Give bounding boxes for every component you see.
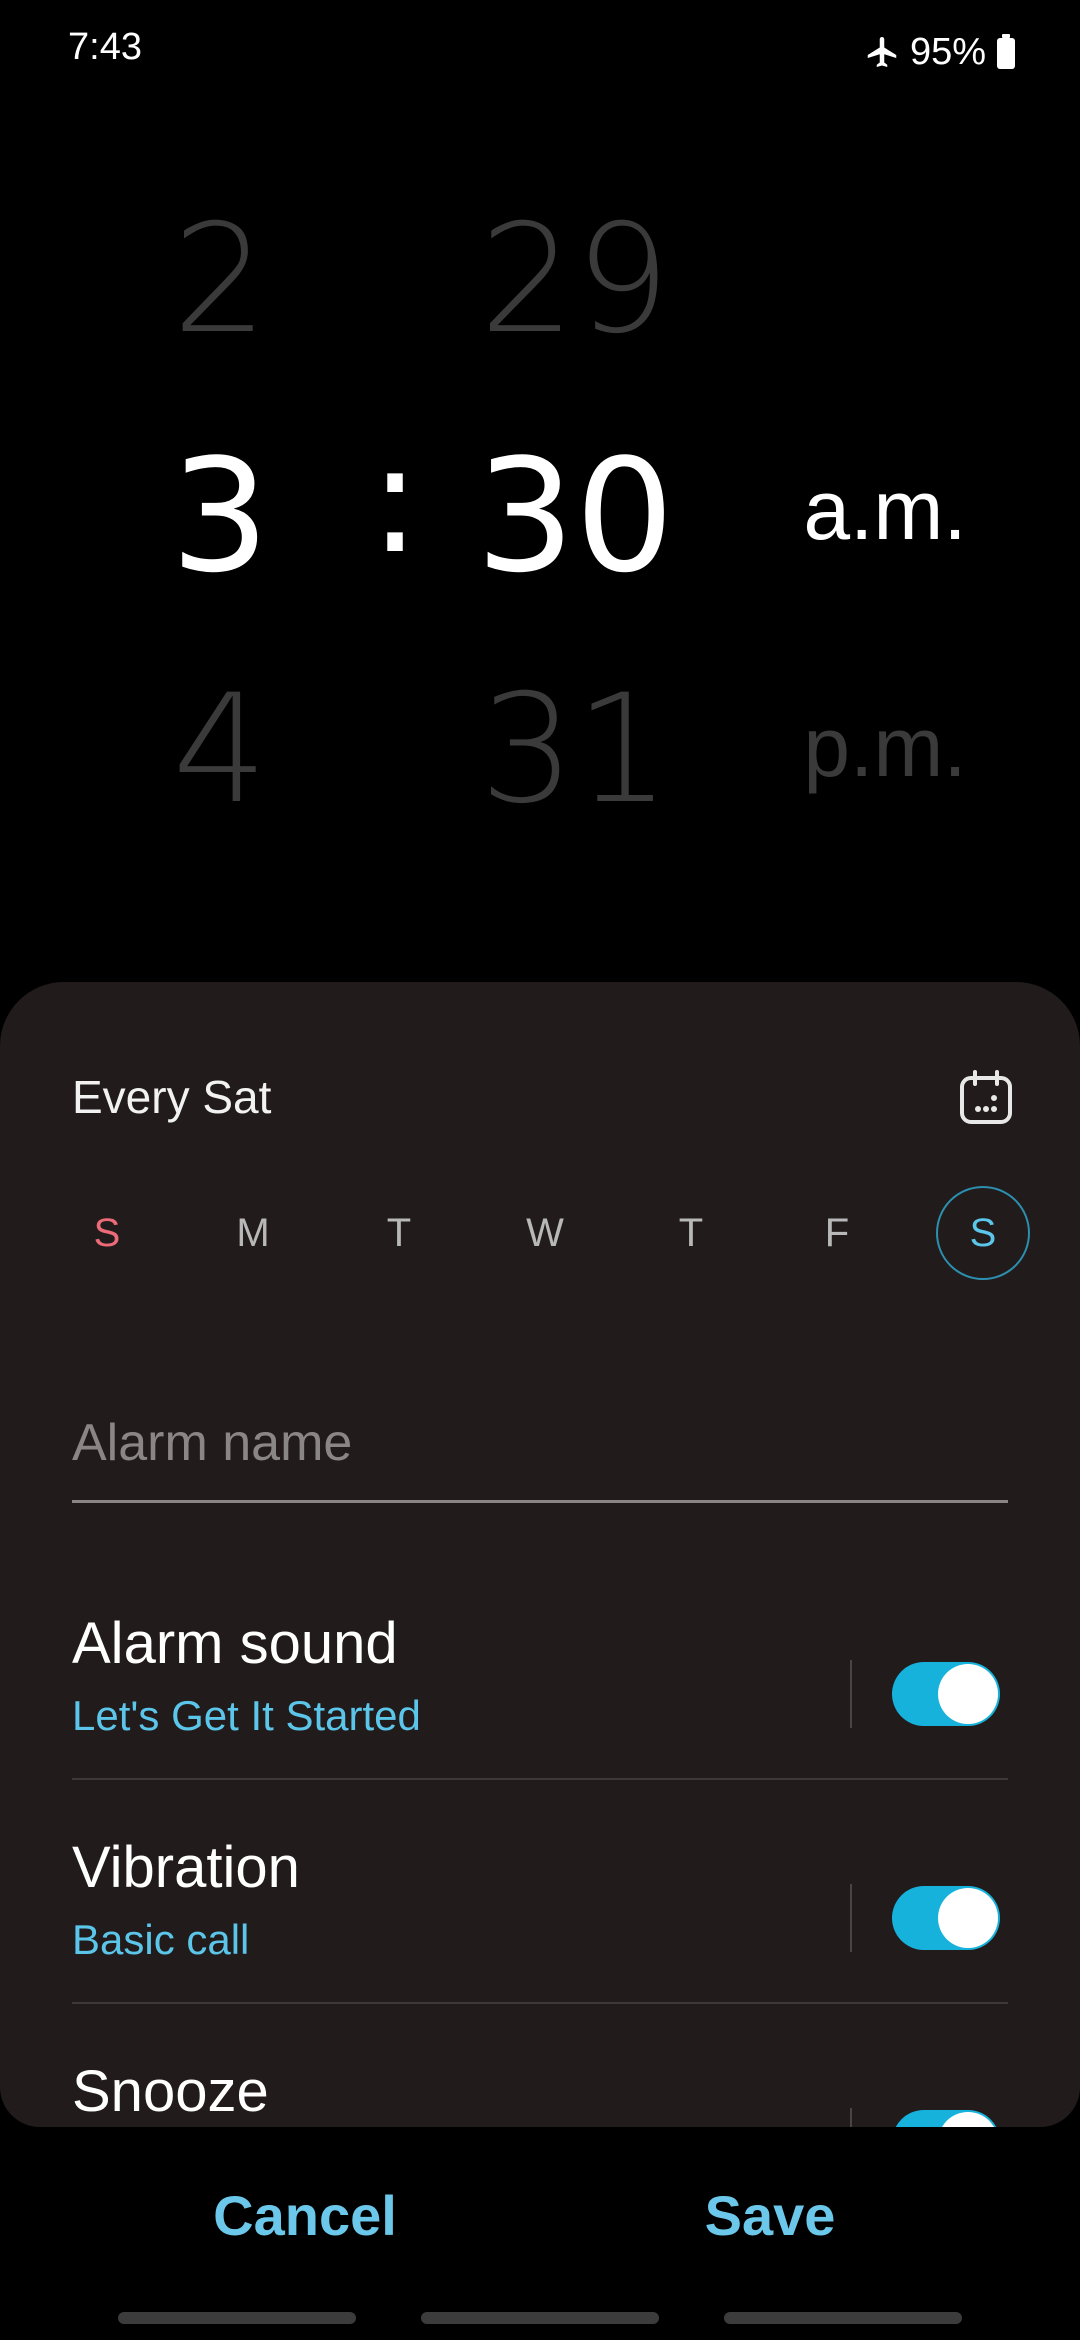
divider xyxy=(850,1660,852,1728)
divider xyxy=(72,1778,1008,1780)
day-saturday[interactable]: S xyxy=(936,1186,1030,1280)
vibration-row[interactable]: Vibration Basic call xyxy=(72,1834,1008,2024)
calendar-icon[interactable] xyxy=(956,1068,1016,1128)
divider xyxy=(850,1884,852,1952)
vibration-title: Vibration xyxy=(72,1835,300,1900)
alarm-sound-toggle[interactable] xyxy=(892,1662,1000,1726)
period-selected[interactable]: a.m. xyxy=(770,468,1000,552)
vibration-value: Basic call xyxy=(72,1916,250,1963)
battery-icon xyxy=(996,34,1016,70)
alarm-edit-screen: 7:43 95% 2 3 4 : 29 30 31 a.m. p.m. Ever… xyxy=(0,0,1080,2340)
minute-prev[interactable]: 29 xyxy=(470,205,680,355)
hour-next[interactable]: 4 xyxy=(150,675,290,825)
minute-selected[interactable]: 30 xyxy=(470,438,680,594)
alarm-sound-row[interactable]: Alarm sound Let's Get It Started xyxy=(72,1610,1008,1800)
repeat-summary: Every Sat xyxy=(72,1071,272,1123)
snooze-toggle[interactable] xyxy=(892,2110,1000,2127)
alarm-sound-title: Alarm sound xyxy=(72,1611,398,1676)
battery-text: 95% xyxy=(909,30,986,73)
toggle-knob xyxy=(938,1664,998,1724)
day-wednesday[interactable]: W xyxy=(498,1186,592,1280)
day-sunday[interactable]: S xyxy=(60,1186,154,1280)
alarm-sound-value: Let's Get It Started xyxy=(72,1692,421,1739)
day-friday[interactable]: F xyxy=(790,1186,884,1280)
cancel-button[interactable]: Cancel xyxy=(175,2180,435,2250)
day-selector: S M T W T F S xyxy=(60,1186,1030,1282)
snooze-row[interactable]: Snooze xyxy=(72,2058,1008,2127)
time-separator: : xyxy=(369,413,421,587)
day-thursday[interactable]: T xyxy=(644,1186,738,1280)
snooze-title: Snooze xyxy=(72,2059,269,2124)
nav-home[interactable] xyxy=(421,2312,659,2324)
toggle-knob xyxy=(938,2112,998,2127)
alarm-name-input[interactable] xyxy=(72,1402,1008,1503)
save-button[interactable]: Save xyxy=(650,2180,890,2250)
airplane-icon xyxy=(864,34,900,70)
nav-recents[interactable] xyxy=(118,2312,356,2324)
nav-back[interactable] xyxy=(724,2312,962,2324)
status-time: 7:43 xyxy=(68,26,142,68)
divider xyxy=(72,2002,1008,2004)
vibration-toggle[interactable] xyxy=(892,1886,1000,1950)
hour-prev[interactable]: 2 xyxy=(150,205,290,355)
period-alt[interactable]: p.m. xyxy=(770,705,1000,789)
alarm-settings-sheet: Every Sat S M T W T F S Alarm sound xyxy=(0,982,1080,2127)
day-tuesday[interactable]: T xyxy=(352,1186,446,1280)
status-icons: 95% xyxy=(864,26,1016,78)
divider xyxy=(850,2108,852,2127)
day-monday[interactable]: M xyxy=(206,1186,300,1280)
toggle-knob xyxy=(938,1888,998,1948)
hour-selected[interactable]: 3 xyxy=(150,438,290,594)
minute-next[interactable]: 31 xyxy=(470,675,680,825)
